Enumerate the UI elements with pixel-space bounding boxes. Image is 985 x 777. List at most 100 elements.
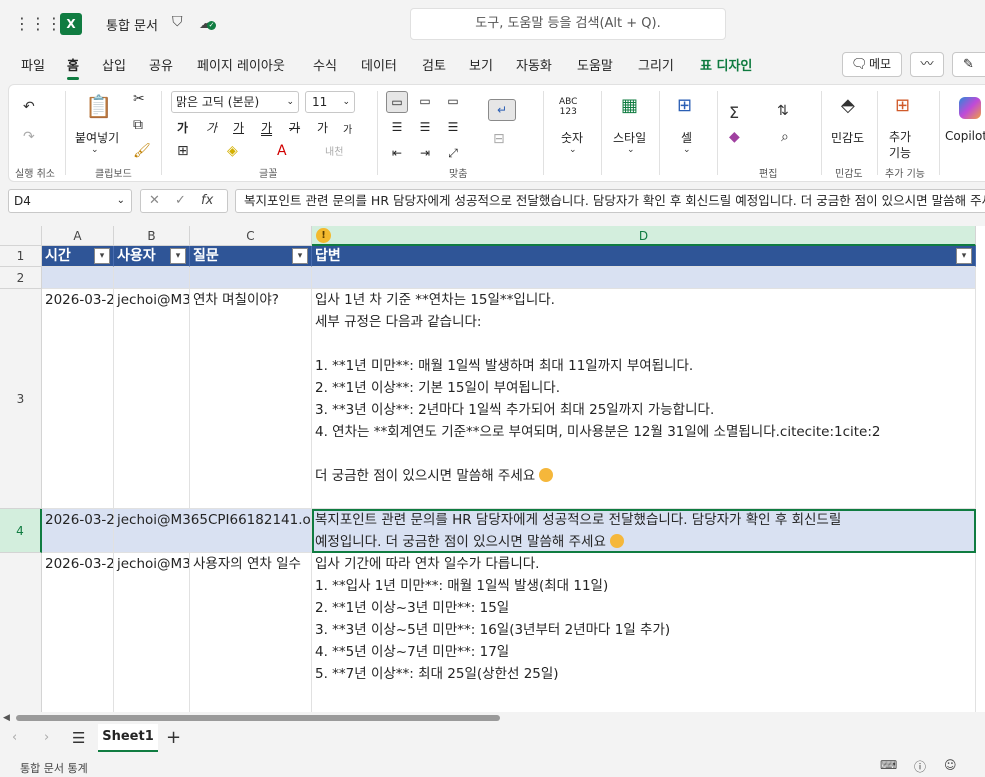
copilot-button[interactable]: Copilot <box>945 129 985 143</box>
tab-automate[interactable]: 자동화 <box>516 55 552 74</box>
sensitivity-button[interactable]: 민감도 <box>831 129 864 146</box>
tab-insert[interactable]: 삽입 <box>102 55 126 74</box>
fill-color-icon[interactable]: ◈ <box>227 143 238 159</box>
table-header-time[interactable]: 시간 ▾ <box>42 246 114 267</box>
merge-icon[interactable]: ⊟ <box>493 131 505 147</box>
find-icon[interactable]: ⌕ <box>781 129 789 145</box>
add-ins-button[interactable]: 추가 기능 <box>889 129 911 161</box>
cloud-saved-icon[interactable]: ☁✓ <box>199 14 216 32</box>
tab-draw[interactable]: 그리기 <box>638 55 674 74</box>
format-painter-icon[interactable]: 🖌 <box>133 143 151 159</box>
formula-input[interactable]: 복지포인트 관련 문의를 HR 담당자에게 성공적으로 전달했습니다. 담당자가… <box>235 189 985 213</box>
tab-view[interactable]: 보기 <box>469 55 493 74</box>
table-cell-time[interactable]: 2026-03-2 <box>42 509 115 553</box>
warning-icon[interactable]: ! <box>316 228 331 243</box>
tab-review[interactable]: 검토 <box>422 55 446 74</box>
keyboard-icon[interactable]: ⌨ <box>880 758 897 772</box>
align-left-button[interactable]: ☰ <box>386 117 408 139</box>
increase-indent-button[interactable]: ⇥ <box>414 143 436 165</box>
all-sheets-menu-icon[interactable]: ☰ <box>72 729 85 747</box>
paste-button[interactable]: 붙여넣기 <box>75 129 119 146</box>
column-header-c[interactable]: C <box>190 226 312 246</box>
help-icon[interactable]: ⓘ <box>914 758 926 775</box>
editing-mode-button[interactable]: ✎ <box>952 52 985 77</box>
comments-button[interactable]: 🗨 메모 <box>842 52 902 77</box>
tab-data[interactable]: 데이터 <box>361 55 397 74</box>
table-header-question[interactable]: 질문 ▾ <box>190 246 312 267</box>
sort-filter-icon[interactable]: ⇅ <box>777 103 789 119</box>
row-header-2[interactable]: 2 <box>0 267 42 289</box>
filter-dropdown-icon[interactable]: ▾ <box>94 248 110 264</box>
copy-icon[interactable]: ⧉ <box>133 117 143 133</box>
align-top-button[interactable]: ▭ <box>386 91 408 113</box>
chevron-down-icon[interactable]: ⌄ <box>683 145 691 155</box>
tab-table-design[interactable]: 표 디자인 <box>700 55 752 74</box>
table-header-user[interactable]: 사용자 ▾ <box>114 246 190 267</box>
name-box[interactable]: D4 ⌄ <box>8 189 132 213</box>
align-middle-button[interactable]: ▭ <box>414 91 436 113</box>
add-ins-icon[interactable]: ⊞ <box>895 95 910 116</box>
row-header-3[interactable]: 3 <box>0 289 42 509</box>
borders-icon[interactable]: ⊞ <box>177 143 189 159</box>
autosum-icon[interactable]: Σ <box>729 103 739 122</box>
cancel-icon[interactable]: ✕ <box>149 190 160 212</box>
font-color-icon[interactable]: A <box>277 143 287 159</box>
orientation-button[interactable]: ⤢ <box>442 143 464 165</box>
document-title[interactable]: 통합 문서 <box>106 15 158 34</box>
select-all-corner[interactable] <box>0 226 42 246</box>
bold-button[interactable]: 가 <box>177 119 188 136</box>
tab-share[interactable]: 공유 <box>149 55 173 74</box>
paste-dropdown-icon[interactable]: ⌄ <box>91 145 99 155</box>
clear-icon[interactable]: ◆ <box>729 129 740 145</box>
table-cell-question[interactable]: 연차 며칠이야? <box>190 289 312 509</box>
table-cell-user[interactable]: jechoi@M3 <box>114 289 190 509</box>
copilot-icon[interactable] <box>959 97 981 119</box>
column-header-b[interactable]: B <box>114 226 190 246</box>
table-cell-question[interactable]: 사용자의 연차 일수 <box>190 553 312 712</box>
font-size-select[interactable]: 11 ⌄ <box>305 91 355 113</box>
selected-cell-d4[interactable]: 복지포인트 관련 문의를 HR 담당자에게 성공적으로 전달했습니다. 담당자가… <box>312 509 976 553</box>
superscript-button[interactable]: 가 <box>317 119 328 136</box>
table-cell-answer[interactable]: 입사 1년 차 기준 **연차는 15일**입니다. 세부 규정은 다음과 같습… <box>312 289 976 509</box>
table-cell[interactable] <box>114 267 190 289</box>
number-format-icon[interactable]: ABC 123 <box>559 97 577 117</box>
align-center-button[interactable]: ☰ <box>414 117 436 139</box>
table-cell-user[interactable]: jechoi@M3 <box>114 553 190 712</box>
undo-icon[interactable]: ↶ <box>23 99 35 115</box>
scroll-left-icon[interactable]: ◀ <box>3 713 10 723</box>
column-header-d[interactable]: D <box>312 226 976 246</box>
tab-formulas[interactable]: 수식 <box>313 55 337 74</box>
tab-home[interactable]: 홈 <box>67 55 79 80</box>
paste-icon[interactable]: 📋 <box>85 95 112 120</box>
underline-button[interactable]: 가 <box>233 119 244 136</box>
wrap-text-button[interactable]: ↵ <box>488 99 516 121</box>
chevron-down-icon[interactable]: ⌄ <box>627 145 635 155</box>
cells-icon[interactable]: ⊞ <box>677 95 692 116</box>
strikethrough-button[interactable]: 가 <box>289 119 300 136</box>
styles-icon[interactable]: ▦ <box>621 95 638 116</box>
table-cell-user[interactable]: jechoi@M365CPI66182141.on <box>114 509 312 553</box>
horizontal-scrollbar[interactable]: ◀ <box>0 712 985 724</box>
number-format-button[interactable]: 숫자 <box>561 129 583 146</box>
tab-file[interactable]: 파일 <box>21 55 45 74</box>
filter-dropdown-icon[interactable]: ▾ <box>292 248 308 264</box>
redo-icon[interactable]: ↷ <box>23 129 35 145</box>
table-header-answer[interactable]: 답변 ▾ <box>312 246 976 267</box>
enter-icon[interactable]: ✓ <box>175 190 186 212</box>
table-cell-answer[interactable]: 입사 기간에 따라 연차 일수가 다릅니다. 1. **입사 1년 미만**: … <box>312 553 976 712</box>
borders-more-button[interactable]: 내천 <box>325 143 343 158</box>
activity-button[interactable]: 〰 <box>910 52 944 77</box>
align-bottom-button[interactable]: ▭ <box>442 91 464 113</box>
italic-button[interactable]: 가 <box>206 119 217 136</box>
double-underline-button[interactable]: 가 <box>261 119 272 136</box>
subscript-button[interactable]: 가 <box>343 121 352 136</box>
tab-page-layout[interactable]: 페이지 레이아웃 <box>197 55 285 74</box>
search-input[interactable]: 도구, 도움말 등을 검색(Alt + Q). <box>410 8 726 40</box>
table-cell[interactable] <box>190 267 312 289</box>
cells-button[interactable]: 셀 <box>681 129 692 146</box>
table-cell[interactable] <box>42 267 114 289</box>
table-cell-time[interactable]: 2026-03-2 <box>42 289 114 509</box>
scrollbar-thumb[interactable] <box>16 715 500 721</box>
sheet-tab-sheet1[interactable]: Sheet1 <box>98 724 158 752</box>
app-launcher-icon[interactable]: ⋮⋮⋮ <box>14 15 62 33</box>
